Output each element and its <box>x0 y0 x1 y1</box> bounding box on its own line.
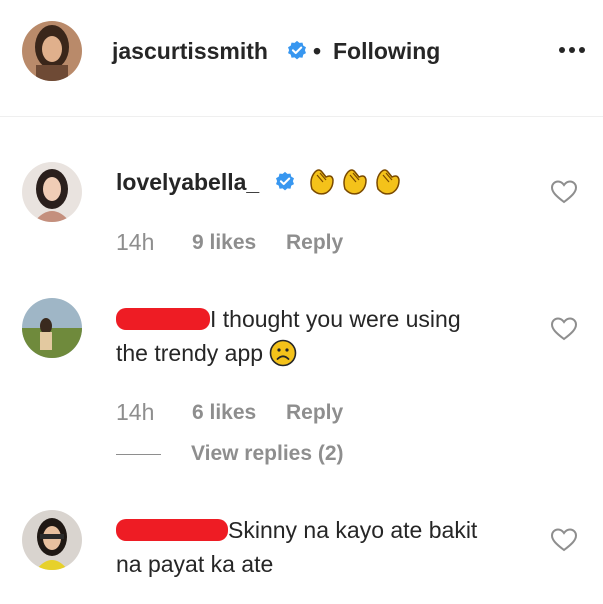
comment-panel: jascurtissmith • Following lovelyabella_ <box>0 0 603 604</box>
comment-likes[interactable]: 9 likes <box>192 229 256 257</box>
comment-text-line2: the trendy app <box>116 340 264 366</box>
comment-body: lovelyabella_ <box>116 165 526 199</box>
poster-username[interactable]: jascurtissmith <box>112 35 268 67</box>
reply-button[interactable]: Reply <box>286 229 343 257</box>
heart-icon[interactable] <box>550 316 578 342</box>
header-separator: • <box>313 38 322 64</box>
heart-icon[interactable] <box>550 179 578 205</box>
frowning-face-emoji <box>270 339 297 367</box>
post-header: jascurtissmith • Following <box>0 0 603 117</box>
heart-icon[interactable] <box>550 527 578 553</box>
commenter-avatar[interactable] <box>22 510 82 570</box>
commenter-username[interactable]: lovelyabella_ <box>116 169 259 195</box>
reply-button[interactable]: Reply <box>286 399 343 427</box>
commenter-avatar[interactable] <box>22 162 82 222</box>
commenter-avatar[interactable] <box>22 298 82 358</box>
following-button[interactable]: Following <box>333 35 440 67</box>
view-replies-label[interactable]: View replies (2) <box>191 440 344 468</box>
more-options-icon[interactable] <box>557 40 587 60</box>
comment-text-line1: I thought you were using <box>210 306 461 332</box>
comment-text-line2: na payat ka ate <box>116 551 274 577</box>
comment-likes[interactable]: 6 likes <box>192 399 256 427</box>
replies-divider-line <box>116 454 161 455</box>
verified-badge-icon <box>288 40 306 60</box>
comment-body: Skinny na kayo ate bakit na payat ka ate <box>116 513 526 581</box>
poster-avatar[interactable] <box>22 21 82 81</box>
comment-time[interactable]: 14h <box>116 228 154 256</box>
comment-body: I thought you were using the trendy app <box>116 302 526 370</box>
comment-time[interactable]: 14h <box>116 398 154 426</box>
clapping-hands-emoji <box>306 165 402 206</box>
comment-text-line1: Skinny na kayo ate bakit <box>228 517 478 543</box>
verified-badge-icon <box>276 171 294 191</box>
redacted-username <box>116 308 210 330</box>
redacted-username <box>116 519 228 541</box>
